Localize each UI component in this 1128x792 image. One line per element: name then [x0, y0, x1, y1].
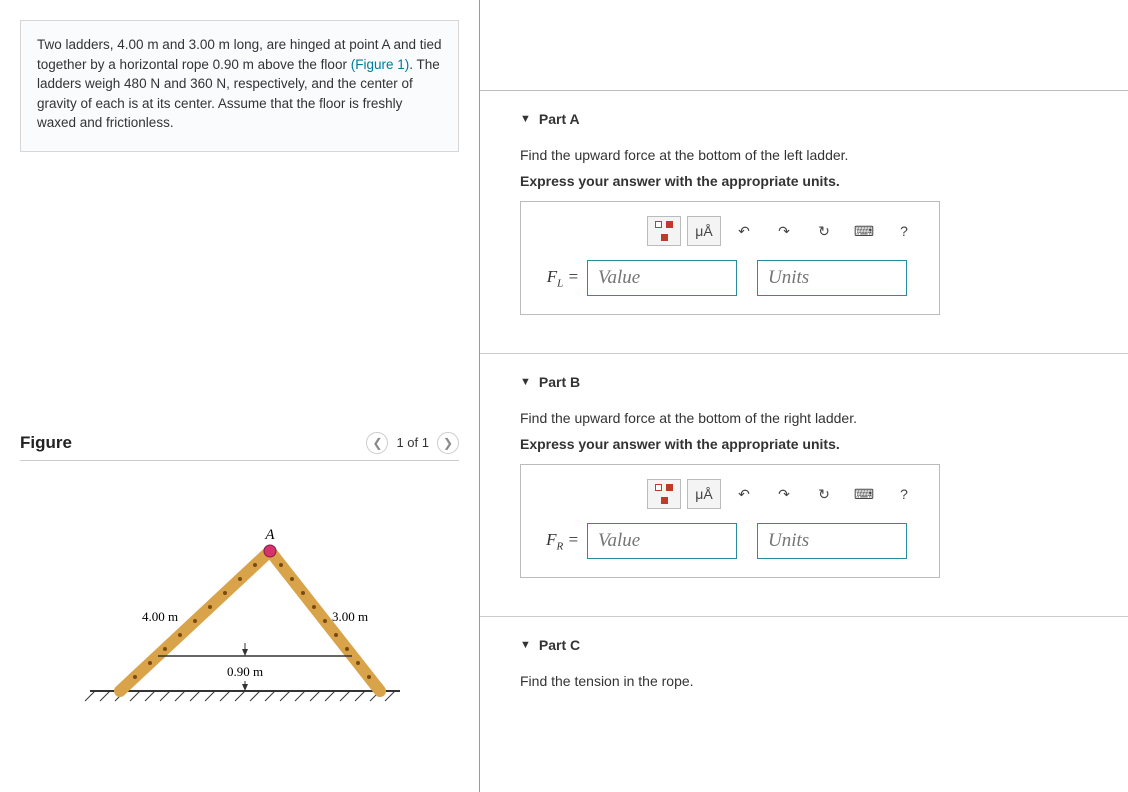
left-length-label: 4.00 m	[141, 609, 177, 624]
rope-height-label: 0.90 m	[226, 664, 262, 679]
variable-label-b: FR =	[535, 530, 579, 552]
redo-button[interactable]: ↷	[767, 479, 801, 509]
part-c-prompt: Find the tension in the rope.	[520, 673, 1098, 689]
figure-prev-button[interactable]: ❮	[366, 432, 388, 454]
variable-label-a: FL =	[535, 267, 579, 289]
right-length-label: 3.00 m	[331, 609, 367, 624]
templates-icon	[653, 221, 675, 241]
answer-row-b: FR =	[535, 523, 925, 559]
part-c-header[interactable]: ▼ Part C	[520, 637, 1098, 653]
left-panel: Two ladders, 4.00 m and 3.00 m long, are…	[0, 0, 480, 792]
units-input-a[interactable]	[757, 260, 907, 296]
part-c: ▼ Part C Find the tension in the rope.	[480, 617, 1128, 709]
templates-icon	[653, 484, 675, 504]
ladder-diagram: A 4.00 m 3.00 m 0.90 m	[60, 521, 420, 721]
units-symbol-button[interactable]: μÅ	[687, 216, 721, 246]
value-input-a[interactable]	[587, 260, 737, 296]
templates-button[interactable]	[647, 479, 681, 509]
part-b-title: Part B	[539, 374, 580, 390]
units-input-b[interactable]	[757, 523, 907, 559]
reset-button[interactable]: ↻	[807, 479, 841, 509]
keyboard-button[interactable]: ⌨	[847, 216, 881, 246]
part-a-prompt: Find the upward force at the bottom of t…	[520, 147, 1098, 163]
reset-button[interactable]: ↻	[807, 216, 841, 246]
help-button[interactable]: ?	[887, 216, 921, 246]
keyboard-button[interactable]: ⌨	[847, 479, 881, 509]
units-symbol-button[interactable]: μÅ	[687, 479, 721, 509]
part-a-title: Part A	[539, 111, 580, 127]
figure-counter: 1 of 1	[396, 435, 429, 450]
part-b-header[interactable]: ▼ Part B	[520, 374, 1098, 390]
figure-title: Figure	[20, 433, 72, 453]
undo-button[interactable]: ↶	[727, 216, 761, 246]
value-input-b[interactable]	[587, 523, 737, 559]
part-a-answer-box: μÅ ↶ ↷ ↻ ⌨ ? FL =	[520, 201, 940, 315]
part-a-header[interactable]: ▼ Part A	[520, 111, 1098, 127]
part-b-answer-box: μÅ ↶ ↷ ↻ ⌨ ? FR =	[520, 464, 940, 578]
part-a: ▼ Part A Find the upward force at the bo…	[480, 91, 1128, 325]
answer-row-a: FL =	[535, 260, 925, 296]
figure-next-button[interactable]: ❯	[437, 432, 459, 454]
help-button[interactable]: ?	[887, 479, 921, 509]
collapse-caret-icon: ▼	[520, 376, 531, 388]
answer-toolbar-b: μÅ ↶ ↷ ↻ ⌨ ?	[535, 479, 925, 509]
part-a-instruction: Express your answer with the appropriate…	[520, 173, 1098, 189]
collapse-caret-icon: ▼	[520, 639, 531, 651]
problem-statement: Two ladders, 4.00 m and 3.00 m long, are…	[20, 20, 459, 152]
redo-button[interactable]: ↷	[767, 216, 801, 246]
part-b-prompt: Find the upward force at the bottom of t…	[520, 410, 1098, 426]
templates-button[interactable]	[647, 216, 681, 246]
figure-section: Figure ❮ 1 of 1 ❯	[0, 432, 479, 721]
collapse-caret-icon: ▼	[520, 113, 531, 125]
part-b: ▼ Part B Find the upward force at the bo…	[480, 354, 1128, 588]
part-b-instruction: Express your answer with the appropriate…	[520, 436, 1098, 452]
figure-reference-link[interactable]: (Figure 1)	[351, 57, 410, 72]
answer-toolbar-a: μÅ ↶ ↷ ↻ ⌨ ?	[535, 216, 925, 246]
apex-label: A	[264, 527, 275, 543]
figure-header: Figure ❮ 1 of 1 ❯	[20, 432, 459, 461]
part-c-title: Part C	[539, 637, 580, 653]
figure-nav: ❮ 1 of 1 ❯	[366, 432, 459, 454]
undo-button[interactable]: ↶	[727, 479, 761, 509]
figure-image: A 4.00 m 3.00 m 0.90 m	[20, 521, 459, 721]
right-panel: ▼ Part A Find the upward force at the bo…	[480, 0, 1128, 792]
